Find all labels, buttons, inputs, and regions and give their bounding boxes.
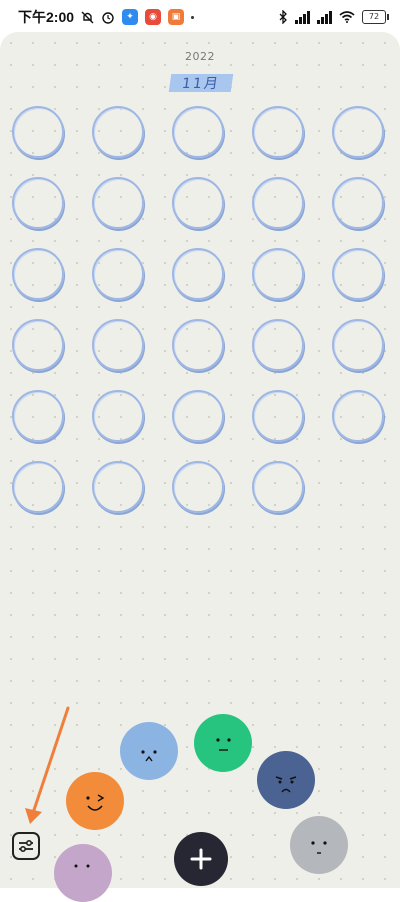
day-circle[interactable]	[332, 319, 384, 371]
day-circle[interactable]	[332, 390, 384, 442]
app-notification-icon: ◉	[145, 9, 162, 25]
sad-face-icon	[141, 750, 157, 762]
app-notification-icon: ▣	[168, 9, 185, 25]
day-circle[interactable]	[172, 248, 224, 300]
mood-face-grey[interactable]	[290, 816, 348, 874]
day-circle[interactable]	[92, 390, 144, 442]
bluetooth-icon	[279, 10, 287, 24]
day-circle[interactable]	[92, 319, 144, 371]
mood-face-green[interactable]	[194, 714, 252, 772]
more-notifications-icon	[191, 15, 195, 19]
app-notification-icon: ✦	[122, 9, 139, 25]
day-circle[interactable]	[172, 390, 224, 442]
mood-face-light-blue[interactable]	[120, 722, 178, 780]
alarm-icon	[102, 12, 114, 24]
status-bar: 下午2:00 ✦ ◉ ▣ 72	[0, 0, 400, 34]
day-circle[interactable]	[172, 106, 224, 158]
day-circle[interactable]	[252, 461, 304, 513]
battery-icon: 72	[362, 10, 389, 24]
day-grid	[12, 106, 392, 513]
day-circle[interactable]	[12, 319, 64, 371]
day-circle[interactable]	[92, 461, 144, 513]
signal-icon	[317, 10, 332, 24]
day-circle[interactable]	[252, 319, 304, 371]
month-label[interactable]: 11月	[168, 74, 234, 92]
day-circle[interactable]	[252, 106, 304, 158]
mood-face-navy[interactable]	[257, 751, 315, 809]
year-label[interactable]: 2022	[0, 50, 400, 63]
blank-face-icon	[311, 841, 327, 854]
silent-icon	[81, 11, 94, 23]
mood-face-purple[interactable]	[54, 844, 112, 902]
day-circle[interactable]	[92, 177, 144, 229]
day-circle[interactable]	[252, 177, 304, 229]
day-circle[interactable]	[172, 177, 224, 229]
status-bar-right: 72	[278, 10, 389, 24]
wifi-icon	[339, 11, 355, 23]
status-bar-left: 下午2:00 ✦ ◉ ▣	[18, 7, 195, 27]
upset-face-icon	[275, 776, 297, 793]
plus-icon	[190, 848, 212, 870]
neutral-face-icon	[216, 738, 231, 751]
day-circle[interactable]	[332, 106, 384, 158]
day-circle[interactable]	[332, 248, 384, 300]
status-time: 下午2:00	[18, 9, 75, 25]
day-circle[interactable]	[12, 461, 64, 513]
signal-icon	[295, 10, 310, 24]
wink-face-icon	[86, 794, 105, 811]
day-circle[interactable]	[252, 248, 304, 300]
day-circle[interactable]	[172, 461, 224, 513]
day-circle[interactable]	[252, 390, 304, 442]
day-circle[interactable]	[12, 177, 64, 229]
mood-face-orange[interactable]	[66, 772, 124, 830]
day-circle[interactable]	[92, 106, 144, 158]
day-circle[interactable]	[12, 390, 64, 442]
add-button[interactable]	[174, 832, 228, 886]
sliders-icon	[19, 840, 33, 853]
day-circle[interactable]	[12, 106, 64, 158]
calm-face-icon	[74, 864, 90, 868]
day-circle[interactable]	[12, 248, 64, 300]
filter-button[interactable]	[12, 832, 40, 860]
day-circle[interactable]	[92, 248, 144, 300]
day-circle[interactable]	[172, 319, 224, 371]
day-circle[interactable]	[332, 177, 384, 229]
